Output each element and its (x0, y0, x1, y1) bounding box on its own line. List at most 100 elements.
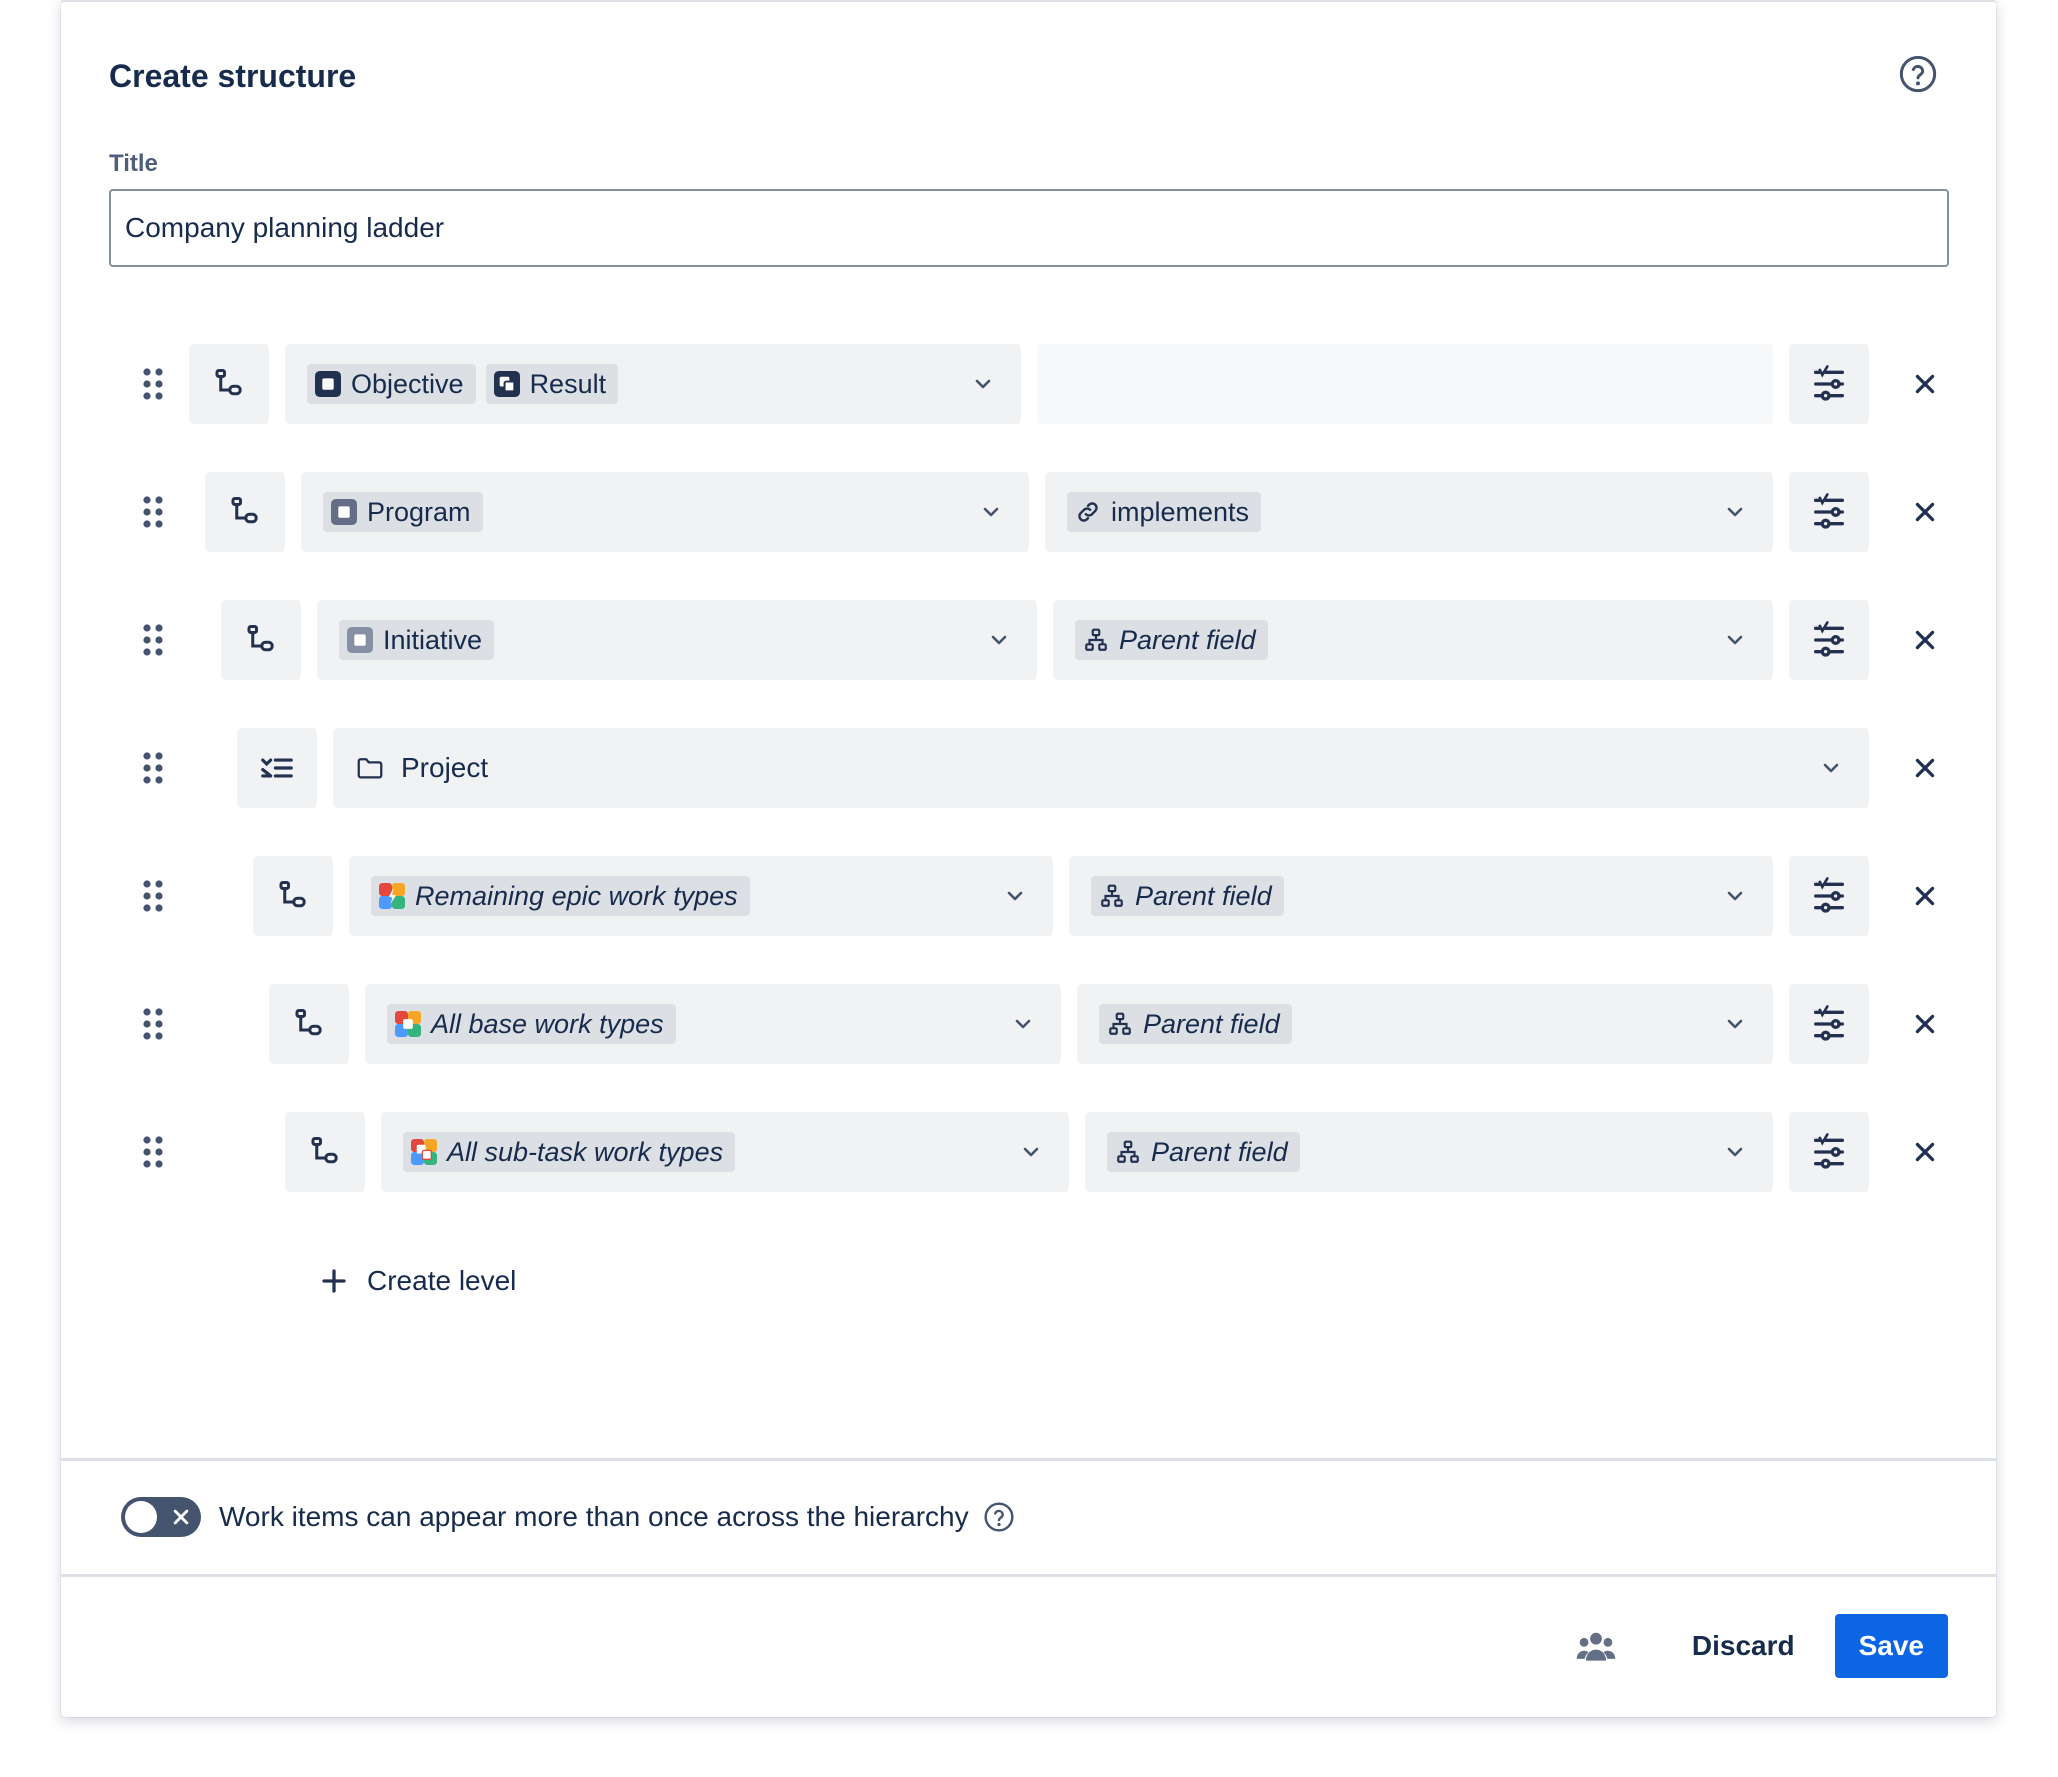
title-input[interactable] (109, 189, 1949, 267)
sliders-icon (1814, 1005, 1844, 1041)
close-icon (1915, 374, 1935, 394)
relation-select-empty (1037, 344, 1773, 424)
hierarchy-insert-icon (279, 881, 306, 908)
level-settings-button[interactable] (1789, 984, 1869, 1064)
level-mode-button[interactable] (189, 344, 269, 424)
discard-button[interactable]: Discard (1672, 1614, 1815, 1678)
level-settings-button[interactable] (1789, 1112, 1869, 1192)
level-settings-button[interactable] (1789, 344, 1869, 424)
toggle-knob (125, 1501, 157, 1533)
drag-handle-icon[interactable] (133, 364, 173, 404)
relation-select[interactable]: Parent field (1085, 1112, 1773, 1192)
relation-select[interactable]: implements (1045, 472, 1773, 552)
group-by-icon (261, 758, 293, 778)
duplicates-toggle[interactable] (121, 1497, 201, 1537)
relation-chip: implements (1067, 492, 1262, 532)
level-mode-button[interactable] (237, 728, 317, 808)
dialog-title: Create structure (109, 58, 357, 94)
work-type-select[interactable]: Remaining epic work types (349, 856, 1053, 936)
close-icon (1915, 630, 1935, 650)
work-type-select[interactable]: All sub-task work types (381, 1112, 1069, 1192)
question-circle-icon[interactable] (983, 1501, 1015, 1533)
remove-level-button[interactable] (1905, 620, 1945, 660)
remove-level-button[interactable] (1905, 492, 1945, 532)
remove-level-button[interactable] (1905, 1132, 1945, 1172)
chevron-down-icon (1023, 1147, 1039, 1157)
relation-select[interactable]: Parent field (1069, 856, 1773, 936)
sliders-icon (1814, 365, 1844, 401)
remove-level-button[interactable] (1905, 876, 1945, 916)
result-icon (493, 371, 520, 397)
save-button[interactable]: Save (1834, 1614, 1948, 1678)
chevron-down-icon (1015, 1019, 1031, 1029)
drag-handle-icon[interactable] (133, 620, 173, 660)
chevron-down-icon (1823, 763, 1839, 773)
relation-chip: Parent field (1091, 876, 1284, 916)
chevron-down-icon (975, 379, 991, 389)
relation-select[interactable]: Parent field (1053, 600, 1773, 680)
hierarchy-insert-icon (231, 497, 258, 524)
hierarchy-icon (1109, 1012, 1131, 1035)
create-level-button[interactable]: Create level (319, 1257, 516, 1305)
title-label: Title (109, 150, 158, 177)
group-by-value: Project (355, 752, 488, 784)
sliders-icon (1814, 493, 1844, 529)
remove-level-button[interactable] (1905, 364, 1945, 404)
work-type-select[interactable]: Initiative (317, 600, 1037, 680)
level-mode-button[interactable] (205, 472, 285, 552)
level-row: Program implements (61, 472, 1996, 552)
level-settings-button[interactable] (1789, 856, 1869, 936)
work-type-chip: Program (323, 492, 483, 532)
level-mode-button[interactable] (269, 984, 349, 1064)
remove-level-button[interactable] (1905, 748, 1945, 788)
drag-handle-icon[interactable] (133, 748, 173, 788)
sliders-icon (1814, 621, 1844, 657)
work-type-chip: Initiative (339, 620, 495, 660)
epic-types-icon (379, 883, 405, 909)
close-icon (1915, 502, 1935, 522)
drag-handle-icon[interactable] (133, 1004, 173, 1044)
folder-icon (357, 758, 383, 779)
plus-icon (322, 1269, 346, 1293)
divider (61, 1574, 1996, 1577)
level-row: All base work types Parent field (61, 984, 1996, 1064)
relation-select[interactable]: Parent field (1077, 984, 1773, 1064)
drag-handle-icon[interactable] (133, 876, 173, 916)
level-row: Initiative Parent field (61, 600, 1996, 680)
level-settings-button[interactable] (1789, 600, 1869, 680)
chevron-down-icon (1727, 891, 1743, 901)
drag-handle-icon[interactable] (133, 492, 173, 532)
level-settings-button[interactable] (1789, 472, 1869, 552)
hierarchy-insert-icon (311, 1137, 338, 1164)
work-type-select[interactable]: Objective Result (285, 344, 1021, 424)
work-type-chip: Remaining epic work types (371, 876, 750, 916)
dialog-header: Create structure (109, 54, 1948, 102)
hierarchy-insert-icon (215, 369, 242, 396)
level-row: Project (61, 728, 1996, 808)
relation-chip: Parent field (1107, 1132, 1300, 1172)
level-mode-button[interactable] (285, 1112, 365, 1192)
group-by-select[interactable]: Project (333, 728, 1869, 808)
chevron-down-icon (1727, 507, 1743, 517)
level-row: Remaining epic work types Parent field (61, 856, 1996, 936)
close-icon (1915, 758, 1935, 778)
remove-level-button[interactable] (1905, 1004, 1945, 1044)
hierarchy-icon (1085, 628, 1107, 651)
level-mode-button[interactable] (221, 600, 301, 680)
work-type-select[interactable]: All base work types (365, 984, 1061, 1064)
base-types-icon (395, 1011, 421, 1037)
toggle-off-icon (173, 1509, 189, 1525)
hierarchy-icon (1101, 884, 1123, 907)
chevron-down-icon (1727, 635, 1743, 645)
work-type-select[interactable]: Program (301, 472, 1029, 552)
dialog-footer: Discard Save (1574, 1614, 1948, 1678)
people-group-icon[interactable] (1574, 1624, 1618, 1668)
sliders-icon (1814, 1133, 1844, 1169)
drag-handle-icon[interactable] (133, 1132, 173, 1172)
initiative-icon (347, 627, 373, 653)
question-circle-icon[interactable] (1898, 54, 1938, 94)
link-icon (1078, 502, 1098, 522)
chevron-down-icon (983, 507, 999, 517)
level-mode-button[interactable] (253, 856, 333, 936)
work-type-chip: Result (485, 364, 619, 404)
